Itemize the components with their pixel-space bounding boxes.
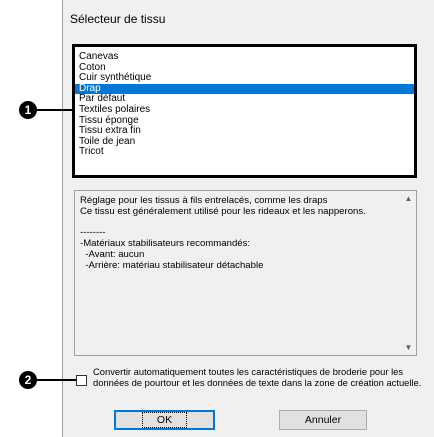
description-box: Réglage pour les tissus à fils entrelacé… [74,190,417,356]
fabric-list-item[interactable]: Tricot [75,147,414,158]
description-text: Réglage pour les tissus à fils entrelacé… [80,195,366,271]
fabric-list-item[interactable]: Cuir synthétique [75,73,414,84]
scroll-down-icon[interactable]: ▼ [404,343,413,352]
cancel-button[interactable]: Annuler [279,410,367,430]
dialog-title: Sélecteur de tissu [70,12,166,26]
scroll-up-icon[interactable]: ▲ [404,194,413,203]
fabric-list-item[interactable]: Textiles polaires [75,104,414,116]
callout-1-line [37,109,72,111]
description-scrollbar[interactable]: ▲ ▼ [401,191,416,355]
fabric-list-item[interactable]: Toile de jean [75,136,414,148]
callout-2-marker: 2 [19,371,37,389]
callout-2-line [37,379,76,381]
fabric-listbox[interactable]: Canevas Coton Cuir synthétique Drap Par défa… [72,44,417,178]
callout-1-marker: 1 [19,101,37,119]
convert-checkbox-label[interactable]: Convertir automatiquement toutes les car… [93,366,423,388]
ok-button-label: OK [141,412,188,428]
ok-button[interactable]: OK [114,410,215,430]
fabric-list-item[interactable]: Drap [75,83,414,95]
fabric-list-item[interactable]: Canevas [75,51,414,63]
convert-checkbox[interactable] [76,375,87,386]
